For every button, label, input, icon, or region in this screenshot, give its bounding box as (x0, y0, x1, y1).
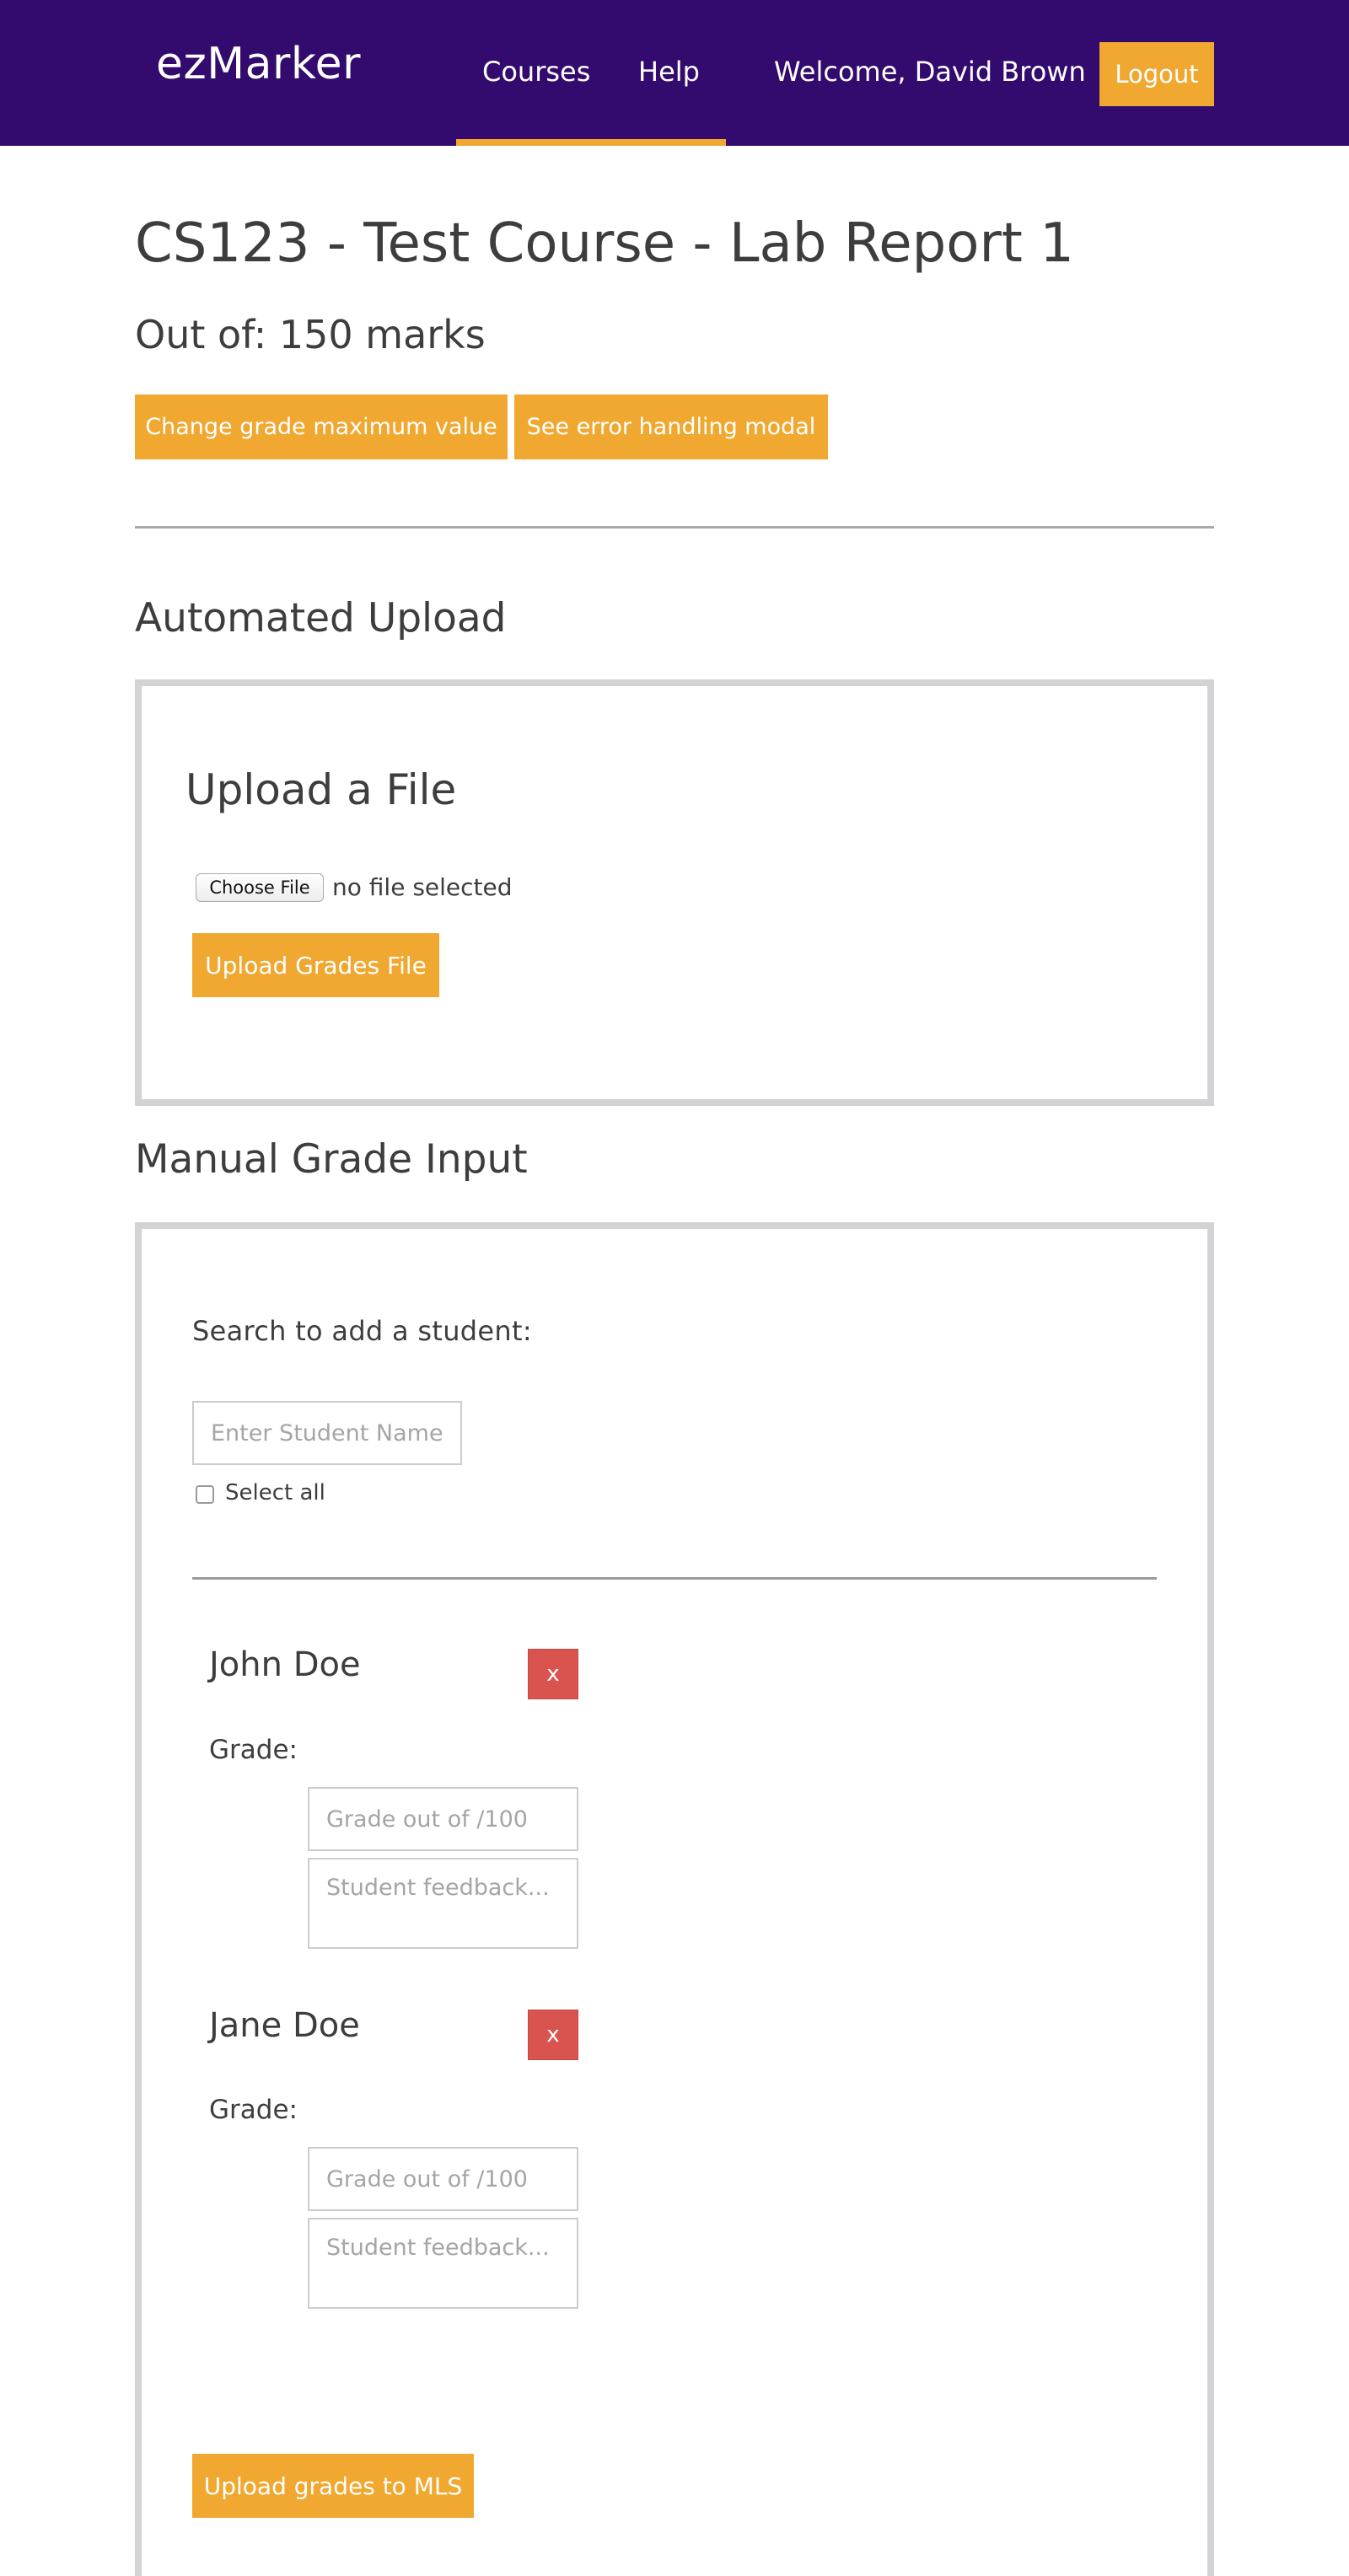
nav-active-indicator (456, 139, 726, 146)
section-divider (135, 526, 1214, 529)
grade-input[interactable] (308, 1787, 578, 1851)
logout-button[interactable]: Logout (1099, 42, 1214, 106)
nav-help-link[interactable]: Help (638, 56, 700, 88)
change-grade-max-button[interactable]: Change grade maximum value (135, 394, 508, 459)
choose-file-button[interactable]: Choose File (196, 873, 324, 902)
page-title: CS123 - Test Course - Lab Report 1 (135, 212, 1074, 275)
manual-grade-input-heading: Manual Grade Input (135, 1136, 528, 1183)
grade-label: Grade: (209, 2095, 298, 2125)
upload-grades-file-button[interactable]: Upload Grades File (192, 933, 439, 997)
remove-student-button[interactable]: x (528, 2010, 578, 2060)
error-modal-button[interactable]: See error handling modal (514, 394, 828, 459)
student-search-input[interactable] (192, 1401, 462, 1465)
welcome-text: Welcome, David Brown (774, 56, 1086, 88)
grade-input[interactable] (308, 2147, 578, 2211)
select-all-label[interactable]: Select all (225, 1480, 325, 1505)
student-name: Jane Doe (209, 2006, 360, 2045)
feedback-textarea[interactable] (308, 1858, 578, 1949)
select-all-checkbox[interactable] (196, 1485, 214, 1504)
upload-grades-to-mls-button[interactable]: Upload grades to MLS (192, 2454, 474, 2518)
top-navbar: ezMarker Courses Help Welcome, David Bro… (0, 0, 1349, 146)
search-student-label: Search to add a student: (192, 1315, 532, 1347)
student-list-divider (192, 1577, 1157, 1580)
nav-courses-link[interactable]: Courses (482, 56, 590, 88)
remove-student-button[interactable]: x (528, 1649, 578, 1699)
feedback-textarea[interactable] (308, 2218, 578, 2309)
file-status-text: no file selected (332, 873, 513, 901)
brand-logo[interactable]: ezMarker (156, 39, 361, 89)
student-name: John Doe (209, 1645, 361, 1684)
upload-file-heading: Upload a File (185, 765, 457, 814)
automated-upload-heading: Automated Upload (135, 595, 507, 641)
grade-label: Grade: (209, 1735, 298, 1765)
max-marks-heading: Out of: 150 marks (135, 312, 486, 357)
